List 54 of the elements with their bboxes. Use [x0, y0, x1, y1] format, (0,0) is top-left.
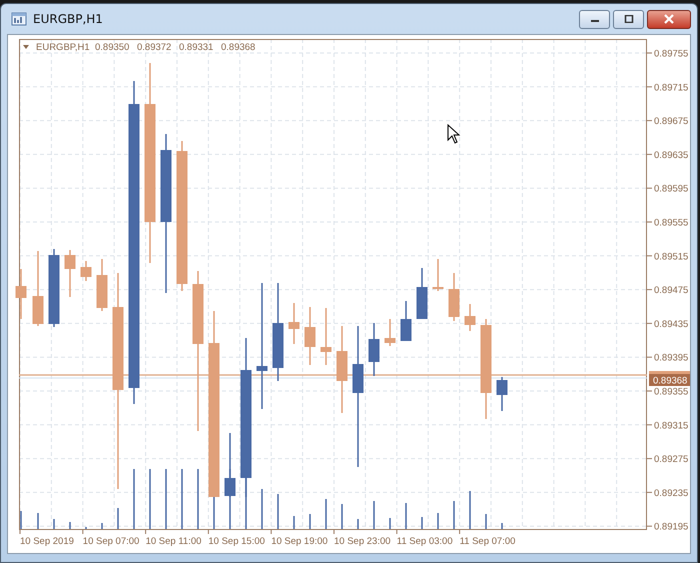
candlestick: [224, 433, 236, 497]
chart-window-icon: [11, 11, 27, 27]
price-label: 0.89555: [654, 218, 688, 228]
price-label: 0.89235: [654, 488, 688, 499]
price-label: 0.89435: [654, 318, 688, 330]
maximize-button[interactable]: [613, 10, 644, 28]
candlestick: [464, 304, 476, 331]
close-button[interactable]: [647, 10, 691, 28]
price-label: 0.89315: [654, 420, 688, 432]
price-label: 0.89475: [654, 285, 688, 296]
close-icon: [663, 14, 675, 24]
quote-value: 0.89350: [95, 42, 130, 53]
price-label: 0.89395: [654, 352, 688, 364]
price-label: 0.89515: [654, 251, 688, 262]
candlestick: [368, 323, 380, 376]
time-label: 10 Sep 2019: [20, 536, 74, 547]
window-title: EURGBP,H1: [33, 12, 104, 26]
time-label: 10 Sep 11:00: [146, 536, 202, 547]
quote-value: 0.89368: [221, 42, 256, 53]
minimize-button[interactable]: [579, 10, 610, 28]
price-label: 0.89195: [654, 522, 688, 533]
quote-value: 0.89372: [137, 42, 172, 53]
candlestick: [400, 301, 412, 341]
price-label: 0.89355: [654, 386, 688, 398]
candlestick: [80, 261, 92, 281]
price-label: 0.89675: [654, 116, 688, 128]
time-label: 11 Sep 03:00: [396, 536, 453, 547]
candlestick: [432, 259, 444, 291]
candlestick: [448, 273, 460, 321]
current-price-tag: 0.89368: [649, 374, 690, 386]
candlestick: [320, 308, 332, 365]
quote-value: 0.89331: [179, 42, 214, 53]
price-label: 0.89595: [654, 184, 688, 195]
candlestick: [96, 259, 108, 311]
candlestick: [288, 303, 300, 344]
dropdown-icon[interactable]: [23, 45, 29, 49]
time-label: 10 Sep 23:00: [334, 536, 391, 547]
price-label: 0.89275: [654, 454, 688, 466]
candlestick: [416, 268, 428, 319]
time-label: 10 Sep 19:00: [271, 536, 328, 547]
maximize-icon: [624, 15, 634, 23]
price-label: 0.89635: [654, 150, 688, 161]
time-label: 11 Sep 07:00: [460, 536, 516, 547]
price-label: 0.89715: [654, 82, 688, 94]
price-label: 0.89755: [654, 48, 688, 60]
time-label: 10 Sep 07:00: [82, 536, 140, 547]
mouse-cursor-icon: [448, 124, 460, 144]
candlestick: [496, 377, 508, 411]
symbol-label: EURGBP,H1: [36, 42, 90, 53]
candlestick: [16, 269, 26, 319]
candlestick: [304, 307, 316, 365]
candlestick: [64, 250, 76, 297]
time-label: 10 Sep 15:00: [208, 536, 265, 547]
candlestick: [384, 319, 396, 346]
